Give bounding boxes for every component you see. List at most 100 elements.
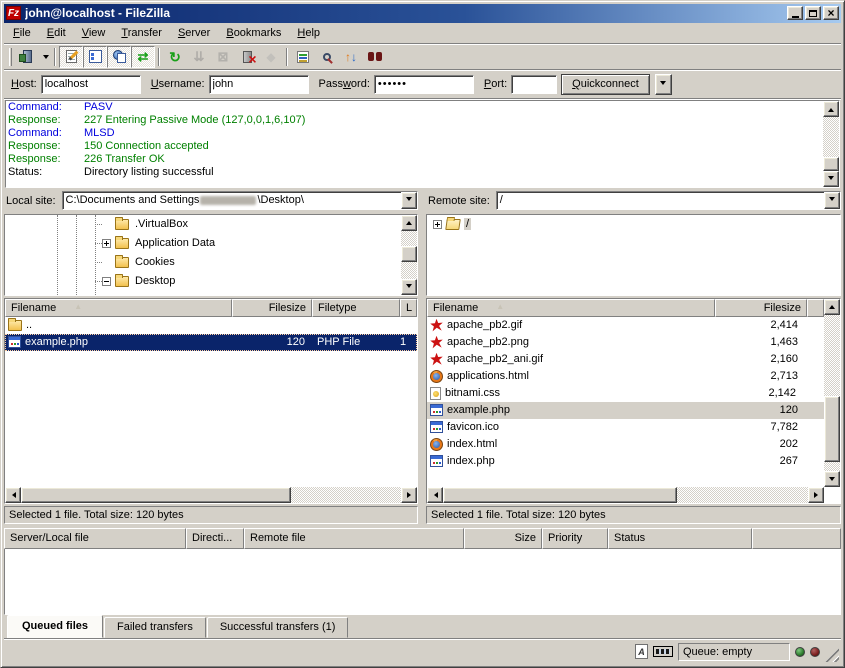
site-manager-button[interactable] [15, 46, 39, 68]
scrollbar-thumb[interactable] [823, 157, 839, 171]
scroll-down-button[interactable] [824, 471, 840, 487]
port-input[interactable] [511, 75, 557, 94]
scrollbar-track[interactable] [401, 231, 417, 279]
process-queue-button[interactable]: ⇊ [187, 46, 211, 68]
tab-successful-transfers[interactable]: Successful transfers (1) [207, 617, 349, 638]
column-header-filename[interactable]: Filename▲ [427, 299, 715, 317]
ascii-transfer-type-icon[interactable]: A [635, 644, 648, 659]
column-header-filesize[interactable]: Filesize [232, 299, 312, 317]
menu-edit[interactable]: Edit [39, 25, 74, 41]
resize-grip[interactable] [825, 648, 839, 662]
scroll-down-button[interactable] [823, 171, 839, 187]
remote-path-combo[interactable]: / [496, 191, 841, 210]
file-row[interactable]: index.html202 [427, 436, 824, 453]
local-list-hscrollbar[interactable] [5, 487, 417, 503]
toolbar-grip[interactable] [9, 48, 12, 66]
expand-plus-icon[interactable] [433, 220, 442, 229]
file-row[interactable]: favicon.ico7,782 [427, 419, 824, 436]
file-row[interactable]: index.php267 [427, 453, 824, 470]
quickconnect-dropdown[interactable] [655, 74, 672, 95]
status-indicator-icon[interactable] [653, 646, 673, 657]
filter-button[interactable] [291, 46, 315, 68]
scrollbar-thumb[interactable] [401, 246, 417, 262]
column-header-last-modified[interactable]: L [400, 299, 417, 317]
column-header-filesize[interactable]: Filesize [715, 299, 807, 317]
tree-item-virtualbox[interactable]: .VirtualBox [5, 215, 417, 234]
local-path-dropdown[interactable] [401, 192, 417, 209]
tree-item-root[interactable]: / [427, 215, 840, 234]
menu-file[interactable]: File [5, 25, 39, 41]
tree-item-cookies[interactable]: Cookies [5, 253, 417, 272]
close-button[interactable]: × [823, 6, 839, 20]
column-header-priority[interactable]: Priority [542, 528, 608, 549]
menu-bookmarks[interactable]: Bookmarks [218, 25, 289, 41]
local-path-combo[interactable]: C:\Documents and Settings\Desktop\ [62, 191, 418, 210]
scrollbar-thumb[interactable] [21, 487, 291, 503]
scrollbar-track[interactable] [823, 117, 839, 170]
remote-list-hscrollbar[interactable] [427, 487, 824, 503]
column-header-status[interactable]: Status [608, 528, 752, 549]
refresh-button[interactable]: ↻ [163, 46, 187, 68]
tab-queued-files[interactable]: Queued files [7, 615, 103, 638]
find-files-button[interactable] [363, 46, 387, 68]
cancel-operation-button[interactable]: ⊠ [211, 46, 235, 68]
collapse-minus-icon[interactable] [102, 277, 111, 286]
column-header-size[interactable]: Size [464, 528, 542, 549]
file-row[interactable]: apache_pb2.gif2,414 [427, 317, 824, 334]
local-tree-scrollbar[interactable] [401, 215, 417, 295]
maximize-button[interactable] [805, 6, 821, 20]
menu-server[interactable]: Server [170, 25, 218, 41]
column-header-remote-file[interactable]: Remote file [244, 528, 464, 549]
directory-comparison-button[interactable] [315, 46, 339, 68]
menu-transfer[interactable]: Transfer [113, 25, 170, 41]
file-row[interactable]: bitnami.css2,142 [427, 385, 824, 402]
file-row-example-php[interactable]: example.php 120 PHP File 1 [5, 334, 417, 351]
tree-item-desktop[interactable]: Desktop [5, 272, 417, 291]
toggle-local-tree-button[interactable] [83, 46, 107, 68]
quickconnect-button[interactable]: Quickconnect [561, 74, 650, 95]
remote-path-dropdown[interactable] [824, 192, 840, 209]
host-input[interactable] [41, 75, 141, 94]
scroll-left-button[interactable] [5, 487, 21, 503]
tree-item-application-data[interactable]: Application Data [5, 234, 417, 253]
menu-help[interactable]: Help [289, 25, 328, 41]
scrollbar-thumb[interactable] [824, 396, 840, 462]
filezilla-app-icon[interactable]: Fz [6, 6, 21, 20]
column-header-direction[interactable]: Directi... [186, 528, 244, 549]
synchronized-browsing-button[interactable]: ↑↓ [339, 46, 363, 68]
queue-body[interactable] [4, 549, 841, 615]
log-scrollbar[interactable] [823, 101, 839, 186]
column-header-filename[interactable]: Filename▲ [5, 299, 232, 317]
file-row-parent-dir[interactable]: .. [5, 317, 417, 334]
menu-view[interactable]: View [74, 25, 114, 41]
scroll-up-button[interactable] [401, 215, 417, 231]
expand-plus-icon[interactable] [102, 239, 111, 248]
toggle-transfer-queue-button[interactable]: ⇄ [131, 46, 155, 68]
disconnect-button[interactable] [235, 46, 259, 68]
minimize-button[interactable] [787, 6, 803, 20]
scroll-left-button[interactable] [427, 487, 443, 503]
file-row[interactable]: apache_pb2_ani.gif2,160 [427, 351, 824, 368]
scrollbar-thumb[interactable] [443, 487, 677, 503]
reconnect-button[interactable]: ◆ [259, 46, 283, 68]
column-header-filetype[interactable]: Filetype [312, 299, 400, 317]
toggle-message-log-button[interactable] [59, 46, 83, 68]
site-manager-dropdown[interactable] [39, 46, 51, 68]
scroll-up-button[interactable] [824, 299, 840, 315]
scrollbar-track[interactable] [443, 487, 808, 503]
pane-splitter[interactable] [418, 190, 426, 524]
remote-list-scrollbar[interactable] [824, 299, 840, 487]
tab-failed-transfers[interactable]: Failed transfers [104, 617, 206, 638]
username-input[interactable] [209, 75, 309, 94]
scroll-right-button[interactable] [808, 487, 824, 503]
file-row-example-php[interactable]: example.php120 [427, 402, 824, 419]
scroll-down-button[interactable] [401, 279, 417, 295]
scrollbar-track[interactable] [21, 487, 401, 503]
toggle-remote-tree-button[interactable] [107, 46, 131, 68]
scroll-up-button[interactable] [823, 101, 839, 117]
column-header-server-local-file[interactable]: Server/Local file [4, 528, 186, 549]
password-input[interactable] [374, 75, 474, 94]
file-row[interactable]: applications.html2,713 [427, 368, 824, 385]
scrollbar-track[interactable] [824, 315, 840, 471]
file-row[interactable]: apache_pb2.png1,463 [427, 334, 824, 351]
